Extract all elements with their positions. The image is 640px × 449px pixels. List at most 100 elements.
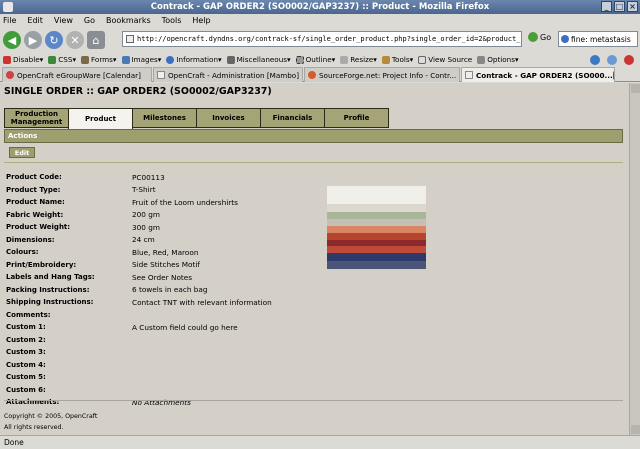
field-row: Comments: bbox=[6, 309, 272, 322]
forward-button[interactable]: ▶ bbox=[24, 31, 42, 49]
page-content: SINGLE ORDER :: GAP ORDER2 (SO0002/GAP32… bbox=[0, 83, 629, 435]
field-row: Labels and Hang Tags: See Order Notes bbox=[6, 271, 272, 284]
resize-icon bbox=[340, 55, 349, 64]
field-row: Custom 6: bbox=[6, 384, 272, 397]
field-label: Product Code: bbox=[6, 173, 62, 182]
firefox-icon bbox=[3, 2, 13, 12]
dev-view-source[interactable]: View Source bbox=[418, 55, 472, 64]
tab-financials[interactable]: Financials bbox=[260, 108, 325, 128]
field-row: Dimensions: 24 cm bbox=[6, 234, 272, 247]
close-window-button[interactable]: × bbox=[627, 1, 638, 12]
close-tab-icon[interactable]: × bbox=[612, 70, 614, 80]
tab-milestones[interactable]: Milestones bbox=[132, 108, 197, 128]
browser-tab-contrack[interactable]: Contrack - GAP ORDER2 (SO000... × bbox=[461, 67, 615, 82]
contrack-favicon bbox=[465, 71, 473, 79]
field-row: Custom 3: bbox=[6, 346, 272, 359]
field-row: Shipping Instructions: Contact TNT with r… bbox=[6, 296, 272, 309]
tools-icon bbox=[381, 55, 390, 64]
dev-options[interactable]: Options ▾ bbox=[477, 55, 519, 64]
tab-production-management[interactable]: Production Management bbox=[4, 108, 69, 128]
field-value: 200 gm bbox=[132, 210, 160, 220]
minimize-button[interactable]: _ bbox=[601, 1, 612, 12]
menu-help[interactable]: Help bbox=[192, 16, 210, 25]
field-row: Product Code: PC00113 bbox=[6, 171, 272, 184]
window-title: Contrack - GAP ORDER2 (SO0002/GAP3237) :… bbox=[150, 2, 490, 12]
go-label: Go bbox=[540, 32, 552, 42]
accessibility-icon[interactable] bbox=[607, 55, 617, 65]
field-row: Custom 4: bbox=[6, 359, 272, 372]
page-footer: Copyright © 2005, OpenCraft All rights r… bbox=[4, 400, 623, 433]
reload-button[interactable]: ↻ bbox=[45, 31, 63, 49]
close-toolbar-icon[interactable] bbox=[624, 55, 634, 65]
dev-disable[interactable]: Disable ▾ bbox=[3, 55, 43, 64]
outline-icon bbox=[295, 55, 304, 64]
field-value: Side Stitches Motif bbox=[132, 260, 200, 270]
menu-bookmarks[interactable]: Bookmarks bbox=[106, 16, 151, 25]
url-bar[interactable]: http://opencraft.dyndns.org/contrack-sf/… bbox=[122, 31, 522, 47]
home-button[interactable]: ⌂ bbox=[87, 31, 105, 49]
field-value: PC00113 bbox=[132, 172, 165, 182]
dev-tools[interactable]: Tools ▾ bbox=[381, 55, 413, 64]
window-controls: _ □ × bbox=[601, 1, 638, 12]
dev-information[interactable]: Information ▾ bbox=[166, 55, 222, 64]
field-label: Custom 6: bbox=[6, 385, 46, 394]
dev-miscellaneous[interactable]: Miscellaneous ▾ bbox=[226, 55, 291, 64]
field-label: Dimensions: bbox=[6, 235, 55, 244]
url-text: http://opencraft.dyndns.org/contrack-sf/… bbox=[137, 35, 522, 43]
information-icon bbox=[166, 55, 175, 64]
back-button[interactable]: ◀ bbox=[3, 31, 21, 49]
validate-icon[interactable] bbox=[590, 55, 600, 65]
dev-outline[interactable]: Outline ▾ bbox=[295, 55, 335, 64]
vertical-scrollbar[interactable] bbox=[629, 83, 640, 435]
field-label: Comments: bbox=[6, 310, 51, 319]
field-label: Custom 5: bbox=[6, 373, 46, 382]
dev-css[interactable]: CSS ▾ bbox=[48, 55, 76, 64]
field-row: Custom 5: bbox=[6, 371, 272, 384]
dev-images[interactable]: Images ▾ bbox=[121, 55, 161, 64]
product-image bbox=[327, 186, 426, 269]
menu-go[interactable]: Go bbox=[84, 16, 95, 25]
field-label: Product Name: bbox=[6, 198, 65, 207]
menu-edit[interactable]: Edit bbox=[27, 16, 43, 25]
menu-view[interactable]: View bbox=[54, 16, 73, 25]
field-value: T-Shirt bbox=[132, 185, 156, 195]
options-icon bbox=[477, 55, 486, 64]
field-label: Custom 3: bbox=[6, 348, 46, 357]
tab-product[interactable]: Product bbox=[68, 108, 133, 129]
browser-tab-mambo[interactable]: OpenCraft - Administration [Mambo] bbox=[153, 67, 303, 82]
go-icon bbox=[528, 32, 538, 42]
dev-forms[interactable]: Forms ▾ bbox=[81, 55, 117, 64]
field-label: Labels and Hang Tags: bbox=[6, 273, 95, 282]
page-title: SINGLE ORDER :: GAP ORDER2 (SO0002/GAP32… bbox=[4, 86, 272, 97]
scroll-up-arrow[interactable] bbox=[631, 84, 640, 93]
css-icon bbox=[48, 55, 57, 64]
field-value: Contact TNT with relevant information bbox=[132, 297, 272, 307]
field-row: Product Weight: 300 gm bbox=[6, 221, 272, 234]
field-value: Blue, Red, Maroon bbox=[132, 247, 199, 257]
field-row: Product Type: T-Shirt bbox=[6, 184, 272, 197]
search-input[interactable]: fine: metastasis bbox=[558, 31, 638, 47]
field-row: Print/Embroidery: Side Stitches Motif bbox=[6, 259, 272, 272]
tab-profile[interactable]: Profile bbox=[324, 108, 389, 128]
maximize-button[interactable]: □ bbox=[614, 1, 625, 12]
egroupware-favicon bbox=[6, 71, 14, 79]
dev-resize[interactable]: Resize ▾ bbox=[340, 55, 377, 64]
scroll-down-arrow[interactable] bbox=[631, 425, 640, 434]
product-fields: Product Code: PC00113 Product Type: T-Shir… bbox=[6, 171, 272, 409]
stop-button[interactable]: ✕ bbox=[66, 31, 84, 49]
tab-invoices[interactable]: Invoices bbox=[196, 108, 261, 128]
browser-tab-egroupware[interactable]: OpenCraft eGroupWare [Calendar] bbox=[2, 67, 152, 82]
menu-tools[interactable]: Tools bbox=[162, 16, 182, 25]
browser-tab-sourceforge[interactable]: SourceForge.net: Project Info - Contr... bbox=[304, 67, 460, 82]
field-row: Colours: Blue, Red, Maroon bbox=[6, 246, 272, 259]
field-label: Print/Embroidery: bbox=[6, 260, 77, 269]
field-label: Packing Instructions: bbox=[6, 285, 90, 294]
menu-file[interactable]: File bbox=[3, 16, 16, 25]
status-bar: Done bbox=[0, 435, 640, 449]
status-text: Done bbox=[4, 438, 24, 447]
field-row: Custom 1: A Custom field could go here bbox=[6, 321, 272, 334]
edit-button[interactable]: Edit bbox=[9, 147, 35, 158]
field-label: Custom 1: bbox=[6, 323, 46, 332]
page-icon bbox=[126, 35, 134, 43]
go-button[interactable]: Go bbox=[528, 32, 551, 42]
